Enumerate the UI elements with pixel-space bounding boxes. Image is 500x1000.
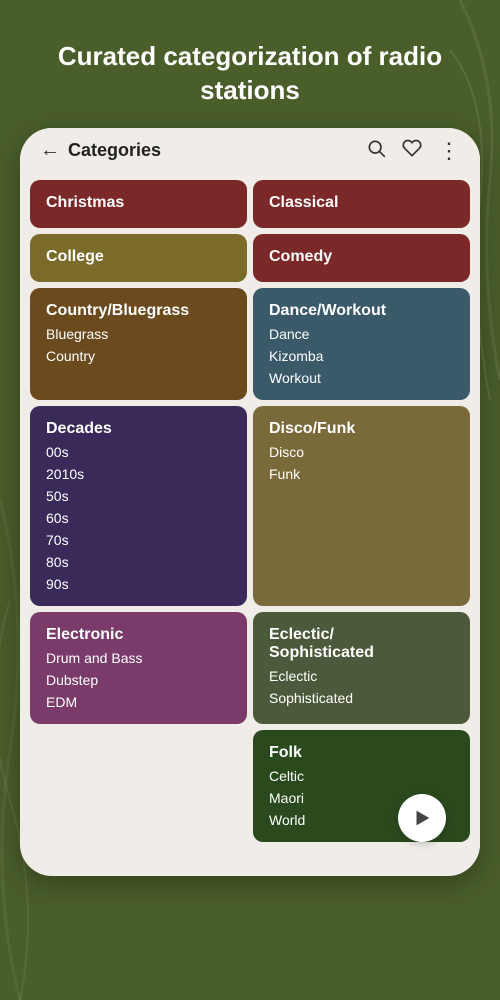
category-comedy-label: Comedy	[269, 248, 454, 266]
category-2010s-sub: 2010s	[46, 466, 231, 482]
category-electronic[interactable]: Electronic Drum and Bass Dubstep EDM	[30, 612, 247, 724]
nav-left: ← Categories	[40, 139, 161, 162]
category-disco-sub: Disco	[269, 444, 454, 460]
category-kizomba-sub: Kizomba	[269, 348, 454, 364]
category-country-bluegrass-label: Country/Bluegrass	[46, 302, 231, 320]
category-eclectic[interactable]: Eclectic/Sophisticated Eclectic Sophisti…	[253, 612, 470, 724]
category-college-label: College	[46, 248, 231, 266]
nav-bar: ← Categories ⋮	[20, 128, 480, 174]
category-80s-sub: 80s	[46, 554, 231, 570]
fab-button[interactable]	[398, 794, 446, 842]
category-bluegrass-sub: Bluegrass	[46, 326, 231, 342]
category-edm-sub: EDM	[46, 694, 231, 710]
category-country-sub: Country	[46, 348, 231, 364]
category-classical-label: Classical	[269, 194, 454, 212]
category-workout-sub: Workout	[269, 370, 454, 386]
play-icon	[411, 807, 433, 829]
more-icon[interactable]: ⋮	[438, 138, 460, 164]
category-decades[interactable]: Decades 00s 2010s 50s 60s 70s 80s 90s	[30, 406, 247, 606]
category-disco-funk[interactable]: Disco/Funk Disco Funk	[253, 406, 470, 606]
category-funk-sub: Funk	[269, 466, 454, 482]
category-70s-sub: 70s	[46, 532, 231, 548]
category-folk-label: Folk	[269, 744, 454, 762]
back-icon[interactable]: ←	[40, 139, 60, 162]
category-christmas[interactable]: Christmas	[30, 180, 247, 228]
category-50s-sub: 50s	[46, 488, 231, 504]
phone-frame: ← Categories ⋮ Christmas Class	[20, 128, 480, 876]
category-dance-workout[interactable]: Dance/Workout Dance Kizomba Workout	[253, 288, 470, 400]
category-drum-bass-sub: Drum and Bass	[46, 650, 231, 666]
heart-icon[interactable]	[402, 138, 422, 164]
category-country-bluegrass[interactable]: Country/Bluegrass Bluegrass Country	[30, 288, 247, 400]
category-dance-sub: Dance	[269, 326, 454, 342]
nav-icons: ⋮	[366, 138, 460, 164]
category-dance-workout-label: Dance/Workout	[269, 302, 454, 320]
page-header-title: Curated categorization of radio stations	[0, 0, 500, 128]
category-decades-label: Decades	[46, 420, 231, 438]
category-electronic-label: Electronic	[46, 626, 231, 644]
category-eclectic-sub: Eclectic	[269, 668, 454, 684]
category-celtic-sub: Celtic	[269, 768, 454, 784]
category-disco-funk-label: Disco/Funk	[269, 420, 454, 438]
categories-grid: Christmas Classical College Comedy Count…	[20, 174, 480, 858]
category-christmas-label: Christmas	[46, 194, 231, 212]
category-90s-sub: 90s	[46, 576, 231, 592]
nav-title: Categories	[68, 140, 161, 161]
category-comedy[interactable]: Comedy	[253, 234, 470, 282]
category-00s-sub: 00s	[46, 444, 231, 460]
category-classical[interactable]: Classical	[253, 180, 470, 228]
category-60s-sub: 60s	[46, 510, 231, 526]
category-college[interactable]: College	[30, 234, 247, 282]
category-dubstep-sub: Dubstep	[46, 672, 231, 688]
category-eclectic-label: Eclectic/Sophisticated	[269, 626, 454, 662]
search-icon[interactable]	[366, 138, 386, 164]
category-sophisticated-sub: Sophisticated	[269, 690, 454, 706]
